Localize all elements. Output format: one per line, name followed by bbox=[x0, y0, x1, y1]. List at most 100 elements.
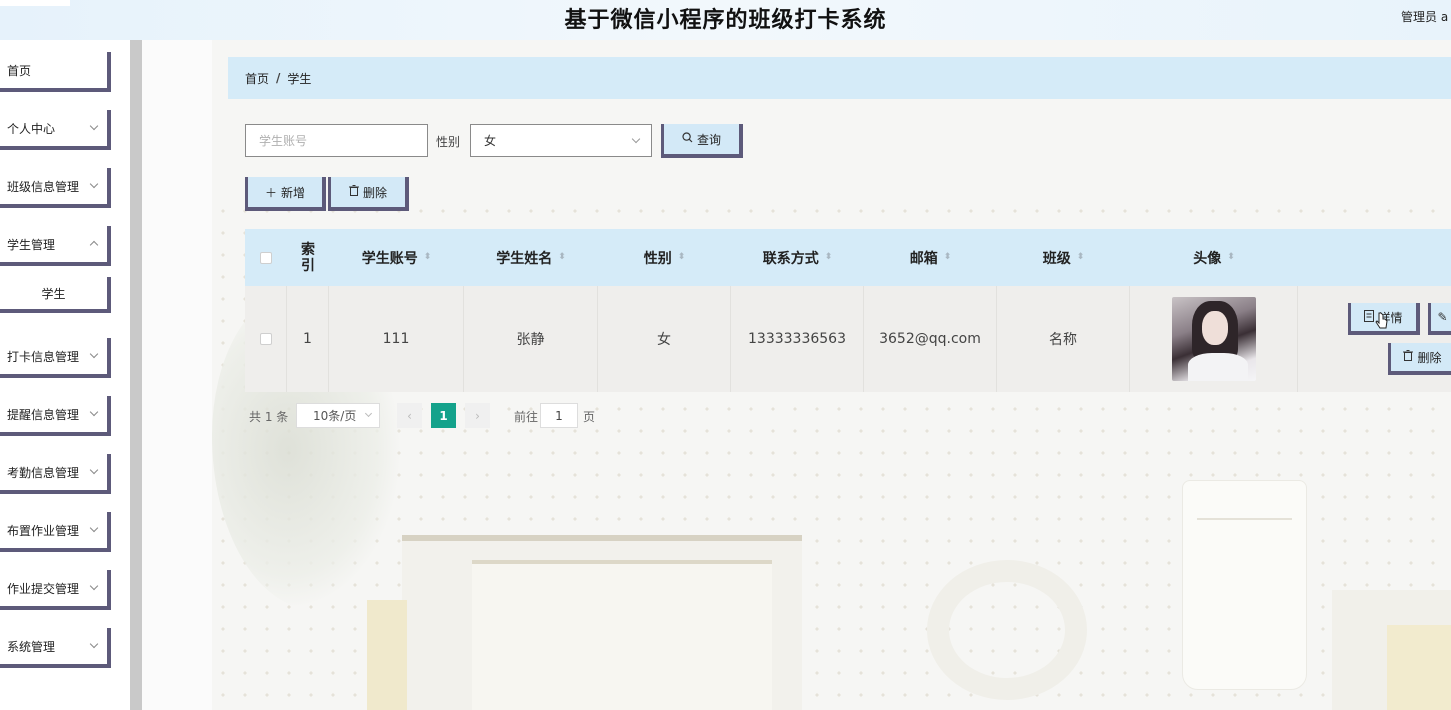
edit-icon: ✎ bbox=[1437, 310, 1448, 324]
cell-gender: 女 bbox=[598, 286, 731, 392]
row-delete-button[interactable]: 删除 bbox=[1388, 343, 1451, 375]
avatar-shirt bbox=[1187, 353, 1248, 381]
col-class-label: 班级 bbox=[1042, 250, 1071, 267]
col-name[interactable]: 学生姓名 ⬍ bbox=[464, 229, 598, 286]
sort-icon[interactable]: ⬍ bbox=[944, 253, 952, 262]
col-index-label: 索引 bbox=[301, 241, 315, 274]
add-button-label: 新增 bbox=[281, 185, 306, 200]
row-delete-button-label: 删除 bbox=[1417, 350, 1442, 365]
sidebar-item-homework-submit[interactable]: 作业提交管理 bbox=[0, 570, 111, 610]
chevron-down-icon bbox=[89, 581, 99, 591]
col-email-label: 邮箱 bbox=[909, 250, 938, 267]
prev-page-button[interactable]: ‹ bbox=[397, 403, 422, 428]
sidebar-item-label: 系统管理 bbox=[7, 639, 56, 654]
chevron-down-icon bbox=[631, 134, 641, 144]
page-size-select[interactable]: 10条/页 bbox=[296, 403, 380, 428]
sidebar-item-home[interactable]: 首页 bbox=[0, 52, 111, 92]
sort-icon[interactable]: ⬍ bbox=[825, 253, 833, 262]
sidebar: 首页 个人中心 班级信息管理 学生管理 学生 打卡信息管理 提醒信息管理 考勤信… bbox=[0, 40, 130, 710]
chevron-down-icon bbox=[89, 523, 99, 533]
student-table: 索引 学生账号 ⬍ 学生姓名 ⬍ 性别 ⬍ 联系方式 ⬍ 邮箱 ⬍ 班级 ⬍ 头像 ⬍ bbox=[245, 229, 1451, 392]
background-shape bbox=[1182, 480, 1307, 690]
trash-icon bbox=[1403, 350, 1414, 364]
search-button-label: 查询 bbox=[696, 132, 721, 147]
col-gender-label: 性别 bbox=[643, 250, 672, 267]
page-size-value: 10条/页 bbox=[313, 409, 357, 423]
search-button[interactable]: 查询 bbox=[661, 124, 743, 158]
add-button[interactable]: ＋ 新增 bbox=[245, 177, 326, 211]
background-shape bbox=[367, 600, 407, 710]
col-name-label: 学生姓名 bbox=[496, 250, 553, 267]
sidebar-item-label: 班级信息管理 bbox=[7, 179, 80, 194]
cell-avatar bbox=[1130, 286, 1298, 392]
page-number-current[interactable]: 1 bbox=[431, 403, 456, 428]
breadcrumb-home[interactable]: 首页 bbox=[245, 70, 269, 87]
sidebar-item-checkin[interactable]: 打卡信息管理 bbox=[0, 338, 111, 378]
bulk-delete-button[interactable]: 删除 bbox=[328, 177, 409, 211]
select-all-cell bbox=[245, 229, 287, 286]
sidebar-scrollbar[interactable] bbox=[130, 40, 142, 710]
col-phone-label: 联系方式 bbox=[762, 250, 819, 267]
sort-icon[interactable]: ⬍ bbox=[1077, 253, 1085, 262]
chevron-down-icon bbox=[89, 179, 99, 189]
goto-page-input[interactable]: 1 bbox=[540, 403, 578, 428]
col-actions: 操作 bbox=[1298, 229, 1451, 286]
sidebar-subitem-student[interactable]: 学生 bbox=[0, 277, 111, 313]
cell-account: 111 bbox=[329, 286, 464, 392]
sidebar-item-label: 作业提交管理 bbox=[7, 581, 80, 596]
next-page-button[interactable]: › bbox=[465, 403, 490, 428]
row-checkbox[interactable] bbox=[259, 333, 272, 345]
plus-icon: ＋ bbox=[264, 185, 277, 200]
col-index: 索引 bbox=[287, 229, 329, 286]
col-gender[interactable]: 性别 ⬍ bbox=[598, 229, 731, 286]
gender-select-value: 女 bbox=[484, 134, 497, 148]
avatar-face bbox=[1201, 311, 1228, 345]
sidebar-item-system[interactable]: 系统管理 bbox=[0, 628, 111, 668]
sort-icon[interactable]: ⬍ bbox=[424, 253, 432, 262]
col-avatar[interactable]: 头像 ⬍ bbox=[1130, 229, 1298, 286]
sidebar-item-label: 打卡信息管理 bbox=[7, 349, 80, 364]
col-account[interactable]: 学生账号 ⬍ bbox=[329, 229, 464, 286]
col-phone[interactable]: 联系方式 ⬍ bbox=[731, 229, 864, 286]
gutter bbox=[142, 40, 212, 710]
sidebar-item-student-mgmt[interactable]: 学生管理 bbox=[0, 226, 111, 266]
col-email[interactable]: 邮箱 ⬍ bbox=[864, 229, 997, 286]
document-icon bbox=[1364, 309, 1375, 325]
gender-select[interactable]: 女 bbox=[470, 124, 652, 157]
chevron-down-icon bbox=[89, 465, 99, 475]
chevron-down-icon bbox=[89, 639, 99, 649]
sidebar-item-assign-homework[interactable]: 布置作业管理 bbox=[0, 512, 111, 552]
select-all-checkbox[interactable] bbox=[260, 251, 272, 264]
page-unit-label: 页 bbox=[583, 410, 596, 424]
avatar[interactable] bbox=[1171, 297, 1256, 381]
sidebar-item-label: 提醒信息管理 bbox=[7, 407, 80, 422]
edit-button[interactable]: ✎ bbox=[1428, 303, 1451, 335]
breadcrumb: 首页 / 学生 bbox=[228, 57, 1451, 99]
cell-class: 名称 bbox=[997, 286, 1130, 392]
app-title: 基于微信小程序的班级打卡系统 bbox=[564, 8, 887, 33]
table-header: 索引 学生账号 ⬍ 学生姓名 ⬍ 性别 ⬍ 联系方式 ⬍ 邮箱 ⬍ 班级 ⬍ 头像 ⬍ bbox=[245, 229, 1451, 286]
sidebar-item-label: 布置作业管理 bbox=[7, 523, 80, 538]
bulk-delete-button-label: 删除 bbox=[362, 185, 387, 200]
sidebar-item-profile[interactable]: 个人中心 bbox=[0, 110, 111, 150]
sidebar-item-attendance[interactable]: 考勤信息管理 bbox=[0, 454, 111, 494]
chevron-up-icon bbox=[89, 240, 99, 250]
sort-icon[interactable]: ⬍ bbox=[678, 253, 686, 262]
chevron-down-icon bbox=[89, 407, 99, 417]
sidebar-item-reminder[interactable]: 提醒信息管理 bbox=[0, 396, 111, 436]
sidebar-item-label: 个人中心 bbox=[7, 121, 56, 136]
student-account-input[interactable] bbox=[245, 124, 428, 157]
col-class[interactable]: 班级 ⬍ bbox=[997, 229, 1130, 286]
cell-phone: 13333336563 bbox=[731, 286, 864, 392]
pagination-total: 共 1 条 bbox=[249, 410, 289, 424]
breadcrumb-current: 学生 bbox=[287, 71, 312, 86]
sidebar-item-class-info[interactable]: 班级信息管理 bbox=[0, 168, 111, 208]
background-shape bbox=[1197, 518, 1292, 520]
row-select-cell bbox=[245, 286, 287, 392]
pagination: 共 1 条 10条/页 ‹ 1 › 前往 1 页 bbox=[249, 403, 649, 428]
sort-icon[interactable]: ⬍ bbox=[1227, 253, 1235, 262]
admin-user[interactable]: 管理员 a bbox=[1401, 8, 1451, 25]
cell-name: 张静 bbox=[464, 286, 598, 392]
sidebar-item-label: 学生管理 bbox=[7, 237, 56, 252]
sort-icon[interactable]: ⬍ bbox=[558, 253, 566, 262]
